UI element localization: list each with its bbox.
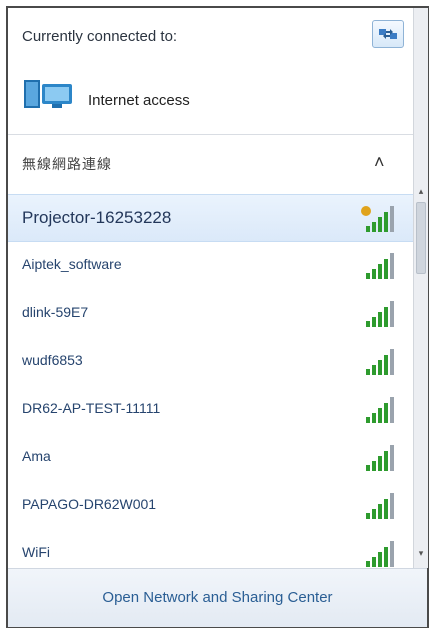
refresh-network-icon xyxy=(379,29,397,39)
divider xyxy=(8,134,413,135)
signal-icon xyxy=(366,541,394,567)
network-name: WiFi xyxy=(22,544,50,560)
scroll-thumb[interactable] xyxy=(416,202,426,274)
chevron-up-icon[interactable]: ˄ xyxy=(374,152,385,173)
signal-icon xyxy=(366,301,394,327)
network-list-item[interactable]: Projector-16253228 xyxy=(8,194,413,242)
network-list: Projector-16253228 Aiptek_software dlink-5… xyxy=(8,194,413,568)
network-name: Aiptek_software xyxy=(22,256,122,272)
network-list-item[interactable]: WiFi xyxy=(8,530,413,568)
current-connection: Internet access xyxy=(22,70,382,114)
scroll-down-arrow-icon[interactable]: ▾ xyxy=(414,548,428,562)
scroll-up-arrow-icon[interactable]: ▴ xyxy=(414,186,428,200)
signal-icon xyxy=(366,397,394,423)
network-list-item[interactable]: PAPAGO-DR62W001 xyxy=(8,482,413,530)
network-list-item[interactable]: Ama xyxy=(8,434,413,482)
network-name: Ama xyxy=(22,448,51,464)
network-computer-icon xyxy=(24,80,72,108)
signal-icon xyxy=(366,445,394,471)
scrollbar[interactable]: ▴ ▾ xyxy=(413,8,428,568)
signal-icon xyxy=(366,349,394,375)
open-network-sharing-center-link[interactable]: Open Network and Sharing Center xyxy=(8,589,427,606)
signal-secured-icon xyxy=(361,206,394,232)
network-name: DR62-AP-TEST-11111 xyxy=(22,400,161,416)
network-name: dlink-59E7 xyxy=(22,304,89,320)
network-list-item[interactable]: Aiptek_software xyxy=(8,242,413,290)
connection-status: Internet access xyxy=(88,92,190,109)
refresh-button[interactable] xyxy=(372,20,404,48)
footer: Open Network and Sharing Center xyxy=(8,568,427,627)
wireless-network-flyout: Currently connected to: Internet access … xyxy=(6,6,429,628)
network-name: Projector-16253228 xyxy=(22,208,172,227)
network-pane: Currently connected to: Internet access … xyxy=(8,8,413,568)
signal-icon xyxy=(366,493,394,519)
section-title: 無線網路連線 xyxy=(22,156,112,172)
wireless-section-header[interactable]: 無線網路連線 ˄ xyxy=(8,142,413,184)
network-list-item[interactable]: dlink-59E7 xyxy=(8,290,413,338)
connected-to-label: Currently connected to: xyxy=(22,28,178,45)
network-name: wudf6853 xyxy=(22,352,83,368)
network-name: PAPAGO-DR62W001 xyxy=(22,496,157,512)
network-list-item[interactable]: DR62-AP-TEST-11111 xyxy=(8,386,413,434)
signal-icon xyxy=(366,253,394,279)
network-list-item[interactable]: wudf6853 xyxy=(8,338,413,386)
